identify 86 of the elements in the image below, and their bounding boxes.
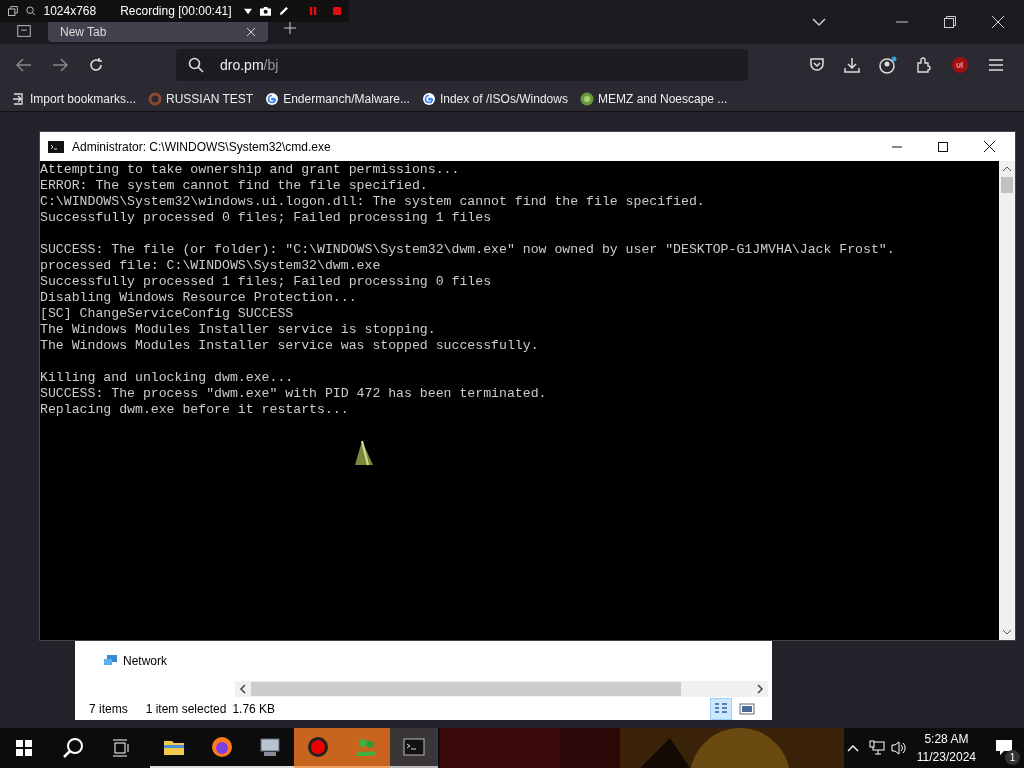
- record-icon: [306, 735, 330, 759]
- scroll-thumb[interactable]: [251, 682, 681, 696]
- details-view-icon: [713, 701, 729, 716]
- scroll-down-icon[interactable]: [1002, 628, 1012, 636]
- nav-item[interactable]: Network: [99, 652, 235, 670]
- scroll-right-icon[interactable]: [756, 684, 764, 694]
- puzzle-icon[interactable]: [916, 57, 932, 73]
- camera-icon[interactable]: [259, 5, 272, 17]
- google-icon: [421, 91, 436, 106]
- vertical-scrollbar[interactable]: [999, 161, 1015, 640]
- stop-icon[interactable]: [332, 6, 341, 16]
- taskbar-app[interactable]: [390, 728, 438, 768]
- notification-button[interactable]: 1: [984, 728, 1024, 768]
- file-size: 1.76 KB: [232, 700, 276, 718]
- view-button[interactable]: [710, 697, 732, 720]
- console-line: Replacing dwm.exe before it restarts...: [40, 402, 349, 418]
- computer-icon: [258, 735, 282, 759]
- scroll-up-icon[interactable]: [1002, 165, 1012, 173]
- search-icon[interactable]: [62, 737, 84, 759]
- console-icon: [48, 140, 64, 153]
- bookmark[interactable]: Endermanch/Malware...: [265, 89, 410, 108]
- pencil-icon[interactable]: [279, 5, 289, 17]
- resolution-text: 1024x768: [43, 3, 97, 20]
- account-icon[interactable]: [879, 56, 897, 74]
- console-line: SUCCESS: The file (or folder): "C:\WINDOWS\System32\dwm.exe" now owned by user "DESKTOP-G1JMVHA\Jack Frost".: [40, 242, 895, 258]
- bookmark[interactable]: Index of /ISOs/Windows: [421, 89, 568, 108]
- console-line: Successfully processed 1 files; Failed processing 0 files: [40, 274, 492, 290]
- windows-icon[interactable]: [8, 5, 18, 17]
- chevron-down-icon[interactable]: [812, 17, 826, 27]
- scroll-left-icon[interactable]: [239, 684, 247, 694]
- cursor-icon: [353, 440, 375, 468]
- zoom-icon[interactable]: [25, 5, 36, 17]
- browser-tab[interactable]: New Tab: [48, 22, 268, 42]
- menu-icon[interactable]: [988, 58, 1004, 72]
- console-line: The Windows Modules Installer service was stopped successfully.: [40, 338, 539, 354]
- address-bar[interactable]: dro.pm/bj: [176, 49, 748, 81]
- tab-list-icon[interactable]: [16, 24, 32, 38]
- item-count: 7 items: [89, 700, 128, 718]
- bookmark[interactable]: Import bookmarks...: [12, 89, 137, 108]
- console-line: SUCCESS: The process "dwm.exe" with PID 472 has been terminated.: [40, 386, 547, 402]
- horizontal-scrollbar[interactable]: [235, 681, 768, 697]
- console-line: ERROR: The system cannot find the file specified.: [40, 178, 428, 194]
- console-line: C:\WINDOWS\System32\windows.ui.logon.dll: The system cannot find the file specified.: [40, 194, 705, 210]
- minimize-icon[interactable]: [892, 145, 902, 148]
- firefox-icon: [210, 735, 234, 759]
- network-icon[interactable]: [868, 740, 885, 756]
- search-icon: [188, 57, 204, 73]
- maximize-icon[interactable]: [938, 141, 948, 152]
- console-line: processed file: C:\WINDOWS\System32\dwm.exe: [40, 258, 381, 274]
- close-icon[interactable]: [984, 141, 995, 152]
- bookmark[interactable]: RUSSIAN TEST: [148, 89, 254, 108]
- forward-icon[interactable]: [52, 58, 68, 72]
- console-line: Disabling Windows Resource Protection...: [40, 290, 357, 306]
- console-line: Successfully processed 0 files; Failed processing 1 files: [40, 210, 492, 226]
- back-icon[interactable]: [16, 58, 32, 72]
- new-tab-icon[interactable]: [284, 22, 296, 34]
- scroll-thumb[interactable]: [1001, 177, 1013, 193]
- address-text: dro.pm/bj: [220, 55, 279, 75]
- recording-status: Recording [00:00:41]: [120, 3, 232, 20]
- reload-icon[interactable]: [88, 57, 104, 73]
- console-line: The Windows Modules Installer service is stopping.: [40, 322, 436, 338]
- import-icon: [12, 91, 26, 106]
- console-icon: [402, 735, 426, 759]
- notification-count: 1: [1005, 750, 1020, 765]
- taskbar-app[interactable]: [294, 728, 342, 768]
- network-icon: [103, 654, 119, 668]
- selection-count: 1 item selected: [145, 700, 227, 718]
- pocket-icon[interactable]: [809, 57, 825, 73]
- console-line: [SC] ChangeServiceConfig SUCCESS: [40, 306, 294, 322]
- clock[interactable]: 5:28 AM 11/23/2024: [912, 730, 980, 766]
- bookmark[interactable]: MEMZ and Noescape ...: [579, 89, 728, 108]
- ring-icon: [148, 91, 163, 106]
- download-icon[interactable]: [844, 57, 860, 73]
- tiles-view-icon: [739, 701, 755, 716]
- task-view-icon[interactable]: [112, 739, 130, 757]
- windows-logo-icon[interactable]: [16, 740, 32, 756]
- console-line: Attempting to take ownership and grant permissions...: [40, 162, 460, 178]
- tab-title: New Tab: [60, 25, 108, 39]
- caret-icon[interactable]: [243, 7, 252, 15]
- window-title: Administrator: C:\WINDOWS\System32\cmd.exe: [72, 138, 331, 156]
- restore-icon[interactable]: [944, 16, 956, 28]
- chevron-up-icon[interactable]: [846, 744, 859, 752]
- pause-icon[interactable]: [308, 6, 317, 16]
- google-icon: [265, 91, 280, 106]
- speaker-icon[interactable]: [890, 740, 907, 756]
- console-line: Killing and unlocking dwm.exe...: [40, 370, 294, 386]
